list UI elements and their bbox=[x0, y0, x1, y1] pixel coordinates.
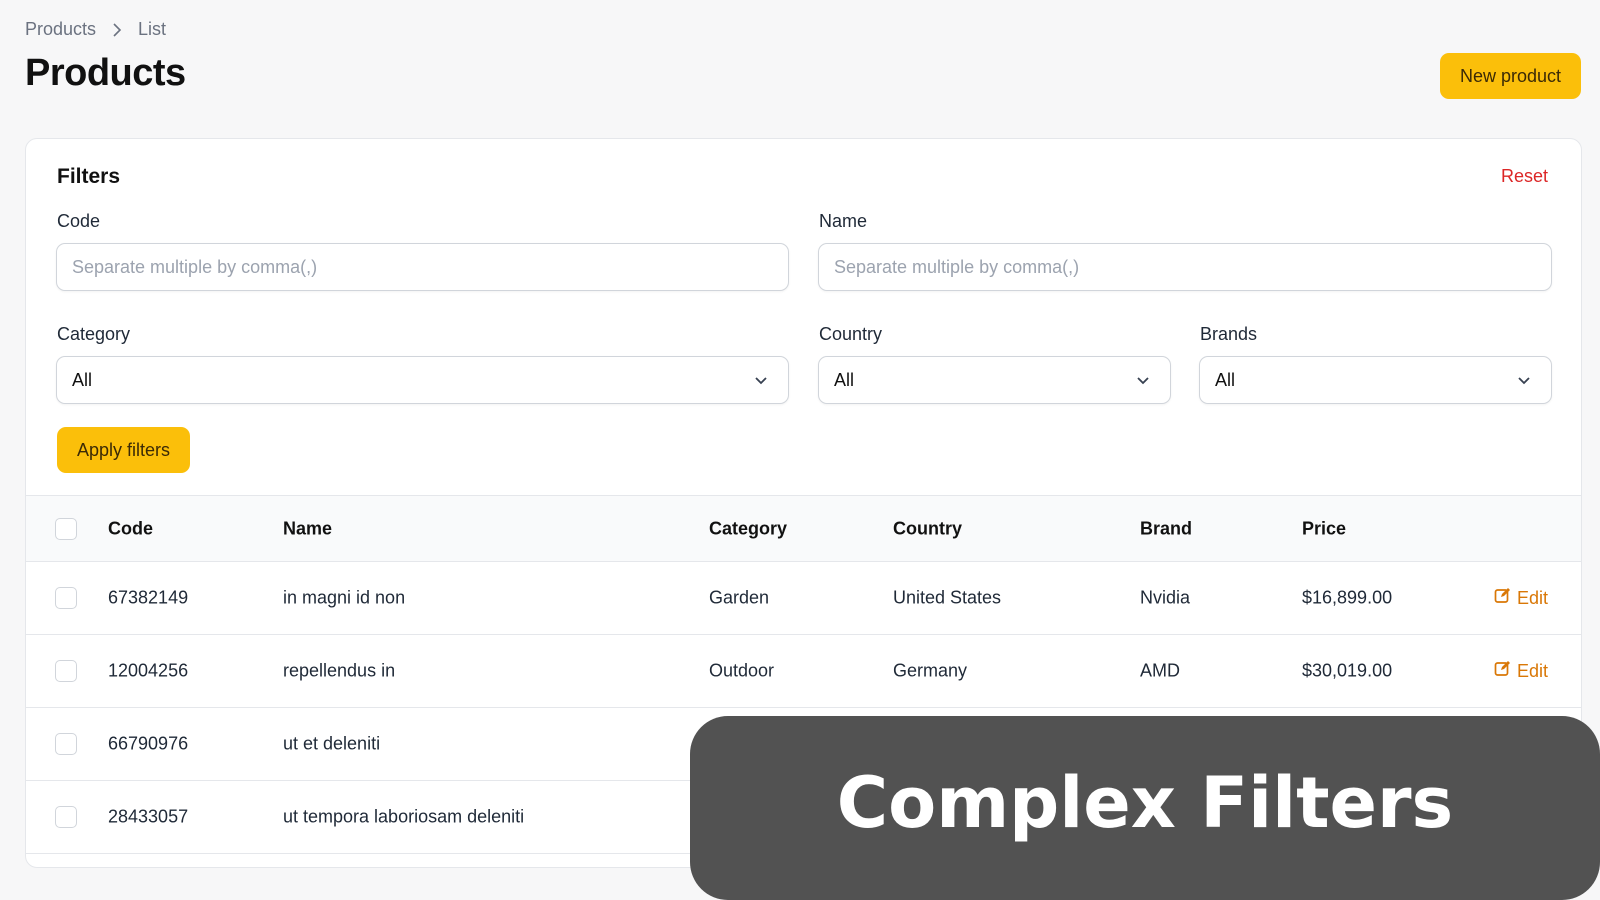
edit-link[interactable]: Edit bbox=[1494, 660, 1548, 682]
breadcrumb-products[interactable]: Products bbox=[25, 19, 96, 40]
reset-link[interactable]: Reset bbox=[1501, 166, 1548, 187]
row-checkbox[interactable] bbox=[55, 660, 77, 682]
table-header: Code Name Category Country Brand Price bbox=[26, 495, 1581, 562]
cell-category: Garden bbox=[709, 587, 770, 608]
brands-label: Brands bbox=[1200, 324, 1258, 344]
select-all-checkbox[interactable] bbox=[55, 517, 77, 540]
cell-name: repellendus in bbox=[283, 660, 396, 681]
name-label: Name bbox=[819, 211, 868, 231]
brands-select-value: All bbox=[1215, 369, 1236, 390]
cell-code: 12004256 bbox=[108, 660, 189, 681]
cell-name: ut tempora laboriosam deleniti bbox=[283, 806, 525, 827]
row-checkbox[interactable] bbox=[55, 587, 77, 609]
chevron-down-icon bbox=[1136, 370, 1150, 391]
header-country[interactable]: Country bbox=[893, 518, 962, 539]
table-row: 67382149 in magni id non Garden United S… bbox=[26, 562, 1581, 635]
cell-brand: Nvidia bbox=[1140, 587, 1191, 608]
country-select[interactable]: All bbox=[818, 356, 1171, 404]
edit-icon bbox=[1494, 660, 1511, 682]
category-select-value: All bbox=[72, 369, 93, 390]
row-checkbox[interactable] bbox=[55, 733, 77, 755]
edit-icon bbox=[1494, 587, 1511, 609]
header-category[interactable]: Category bbox=[709, 518, 787, 539]
header-price[interactable]: Price bbox=[1302, 518, 1346, 539]
chevron-down-icon bbox=[754, 370, 768, 391]
cell-country: Germany bbox=[893, 660, 968, 681]
table-row: 12004256 repellendus in Outdoor Germany … bbox=[26, 635, 1581, 708]
breadcrumb: Products List bbox=[25, 19, 166, 40]
cell-category: Outdoor bbox=[709, 660, 775, 681]
page-title: Products bbox=[25, 52, 186, 94]
cell-brand: AMD bbox=[1140, 660, 1180, 681]
filters-title: Filters bbox=[57, 165, 121, 188]
country-label: Country bbox=[819, 324, 883, 344]
code-label: Code bbox=[57, 211, 101, 231]
header-code[interactable]: Code bbox=[108, 518, 153, 539]
cell-country: United States bbox=[893, 587, 1002, 608]
cell-price: $30,019.00 bbox=[1302, 660, 1393, 681]
edit-label: Edit bbox=[1516, 660, 1548, 681]
category-label: Category bbox=[57, 324, 131, 344]
cell-price: $16,899.00 bbox=[1302, 587, 1393, 608]
code-input[interactable] bbox=[56, 243, 789, 291]
edit-label: Edit bbox=[1516, 587, 1548, 608]
cell-code: 28433057 bbox=[108, 806, 189, 827]
row-checkbox[interactable] bbox=[55, 806, 77, 828]
overlay-caption: Complex Filters bbox=[836, 762, 1454, 844]
breadcrumb-list: List bbox=[138, 19, 167, 39]
header-name[interactable]: Name bbox=[283, 518, 332, 539]
cell-code: 67382149 bbox=[108, 587, 189, 608]
chevron-down-icon bbox=[1517, 370, 1531, 391]
new-product-button[interactable]: New product bbox=[1440, 53, 1581, 99]
category-select[interactable]: All bbox=[56, 356, 789, 404]
apply-filters-button[interactable]: Apply filters bbox=[57, 427, 190, 473]
country-select-value: All bbox=[834, 369, 855, 390]
brands-select[interactable]: All bbox=[1199, 356, 1552, 404]
header-brand[interactable]: Brand bbox=[1140, 518, 1192, 539]
caption-overlay: Complex Filters bbox=[690, 716, 1600, 900]
edit-link[interactable]: Edit bbox=[1494, 587, 1548, 609]
cell-name: in magni id non bbox=[283, 587, 406, 608]
chevron-right-icon bbox=[110, 22, 124, 37]
cell-code: 66790976 bbox=[108, 733, 189, 754]
name-input[interactable] bbox=[818, 243, 1552, 291]
cell-name: ut et deleniti bbox=[283, 733, 381, 754]
